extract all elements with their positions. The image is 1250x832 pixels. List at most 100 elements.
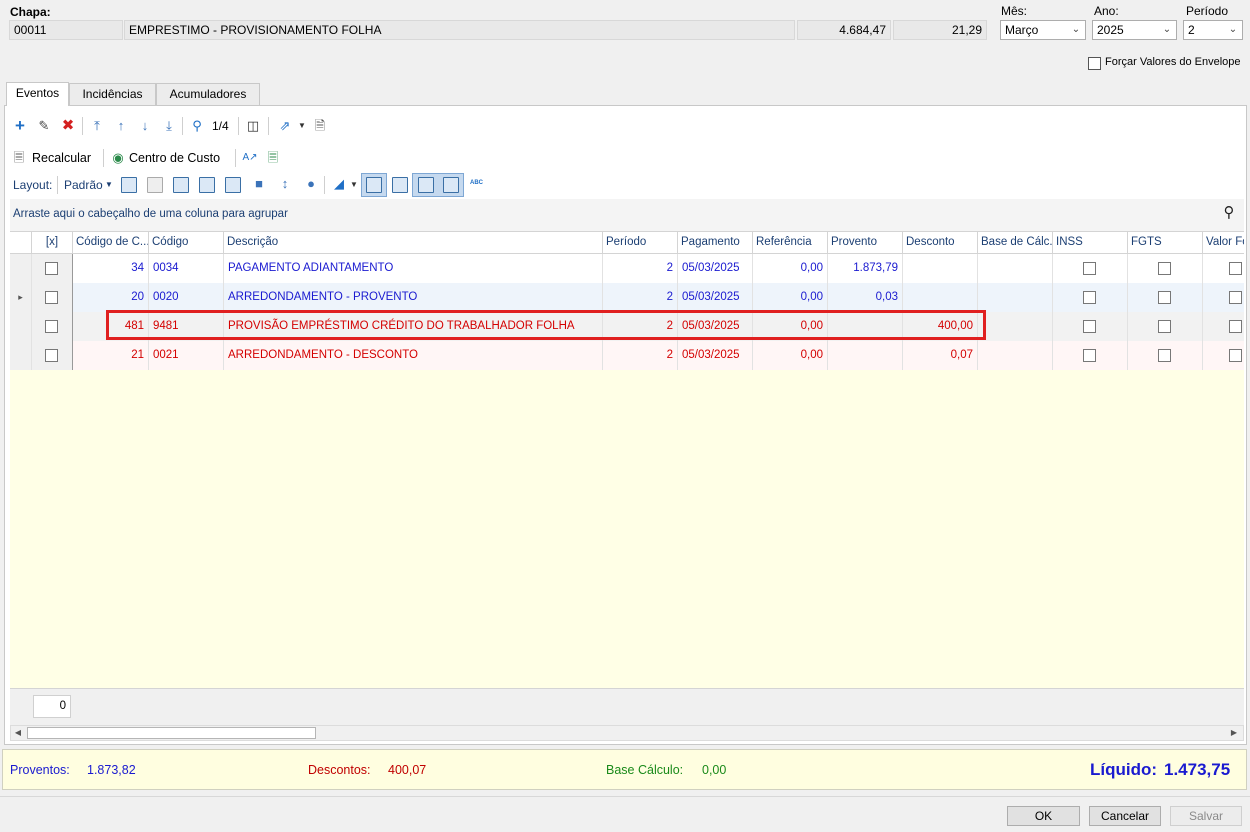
- export-icon[interactable]: ⇗: [276, 117, 294, 135]
- delete-icon[interactable]: ✖: [59, 117, 77, 135]
- tab-eventos[interactable]: Eventos: [6, 82, 69, 106]
- col-base-calculo[interactable]: Base de Cálc...: [978, 232, 1053, 253]
- cell-referencia[interactable]: 0,00: [753, 283, 828, 312]
- valor-fo-checkbox[interactable]: [1229, 320, 1242, 333]
- search-icon[interactable]: ⚲: [1220, 204, 1238, 222]
- inss-checkbox[interactable]: [1083, 320, 1096, 333]
- inss-checkbox[interactable]: [1083, 262, 1096, 275]
- cell-provento[interactable]: 0,03: [828, 283, 903, 312]
- cell-codigo[interactable]: 9481: [149, 312, 224, 341]
- inss-checkbox[interactable]: [1083, 291, 1096, 304]
- cell-inss[interactable]: [1053, 341, 1128, 370]
- fgts-checkbox[interactable]: [1158, 291, 1171, 304]
- col-codigo-c[interactable]: Código de C...: [73, 232, 149, 253]
- cell-base-calculo[interactable]: [978, 341, 1053, 370]
- cancel-button[interactable]: Cancelar: [1089, 806, 1161, 826]
- cell-valor-fo[interactable]: [1203, 254, 1244, 283]
- col-provento[interactable]: Provento: [828, 232, 903, 253]
- paint-icon[interactable]: ■: [250, 175, 268, 193]
- col-descricao[interactable]: Descrição: [224, 232, 603, 253]
- cell-valor-fo[interactable]: [1203, 312, 1244, 341]
- layout-add-icon[interactable]: [121, 177, 137, 193]
- col-valor-fo[interactable]: Valor Fo: [1203, 232, 1244, 253]
- valor-fo-checkbox[interactable]: [1229, 291, 1242, 304]
- fgts-checkbox[interactable]: [1158, 320, 1171, 333]
- cell-referencia[interactable]: 0,00: [753, 312, 828, 341]
- cell-inss[interactable]: [1053, 283, 1128, 312]
- save-button[interactable]: Salvar: [1170, 806, 1242, 826]
- cell-pagamento[interactable]: 05/03/2025: [678, 283, 753, 312]
- col-fgts[interactable]: FGTS: [1128, 232, 1203, 253]
- table-row[interactable]: 481 9481 PROVISÃO EMPRÉSTIMO CRÉDITO DO …: [10, 312, 1244, 341]
- cell-codigo-c[interactable]: 21: [73, 341, 149, 370]
- cell-codigo[interactable]: 0034: [149, 254, 224, 283]
- table-row[interactable]: ▸ 20 0020 ARREDONDAMENTO - PROVENTO 2 05…: [10, 283, 1244, 312]
- layout-import-icon[interactable]: [199, 177, 215, 193]
- valor-fo-checkbox[interactable]: [1229, 349, 1242, 362]
- recalcular-button[interactable]: Recalcular: [32, 151, 91, 165]
- cell-pagamento[interactable]: 05/03/2025: [678, 312, 753, 341]
- col-pagamento[interactable]: Pagamento: [678, 232, 753, 253]
- row-checkbox[interactable]: [45, 349, 58, 362]
- centro-custo-button[interactable]: Centro de Custo: [129, 151, 220, 165]
- row-checkbox[interactable]: [45, 262, 58, 275]
- scrollbar-thumb[interactable]: [27, 727, 316, 739]
- valor-fo-checkbox[interactable]: [1229, 262, 1242, 275]
- ano-select[interactable]: 2025 ⌄: [1092, 20, 1177, 40]
- cell-base-calculo[interactable]: [978, 312, 1053, 341]
- abc-icon[interactable]: ABC: [470, 180, 483, 186]
- col-periodo[interactable]: Período: [603, 232, 678, 253]
- cell-descricao[interactable]: PROVISÃO EMPRÉSTIMO CRÉDITO DO TRABALHAD…: [224, 312, 603, 341]
- cell-fgts[interactable]: [1128, 312, 1203, 341]
- layout-rename-icon[interactable]: [173, 177, 189, 193]
- table-row[interactable]: 34 0034 PAGAMENTO ADIANTAMENTO 2 05/03/2…: [10, 254, 1244, 283]
- pin-icon[interactable]: ↕: [276, 175, 294, 193]
- ok-button[interactable]: OK: [1007, 806, 1080, 826]
- periodo-select[interactable]: 2 ⌄: [1183, 20, 1243, 40]
- cell-referencia[interactable]: 0,00: [753, 254, 828, 283]
- col-inss[interactable]: INSS: [1053, 232, 1128, 253]
- cell-desconto[interactable]: 400,00: [903, 312, 978, 341]
- cell-desconto[interactable]: [903, 283, 978, 312]
- col-desconto[interactable]: Desconto: [903, 232, 978, 253]
- fgts-checkbox[interactable]: [1158, 349, 1171, 362]
- cell-periodo[interactable]: 2: [603, 283, 678, 312]
- sort-az-icon[interactable]: A↗: [241, 149, 259, 167]
- layout-export-icon[interactable]: [225, 177, 241, 193]
- cell-inss[interactable]: [1053, 312, 1128, 341]
- cell-codigo-c[interactable]: 20: [73, 283, 149, 312]
- cell-periodo[interactable]: 2: [603, 312, 678, 341]
- scroll-left-icon[interactable]: ◀: [10, 726, 26, 740]
- layout-select[interactable]: Padrão: [64, 178, 103, 192]
- cell-codigo[interactable]: 0021: [149, 341, 224, 370]
- cell-periodo[interactable]: 2: [603, 254, 678, 283]
- cell-referencia[interactable]: 0,00: [753, 341, 828, 370]
- col-select[interactable]: [x]: [32, 232, 73, 253]
- grid-lines-icon[interactable]: [392, 177, 408, 193]
- cell-base-calculo[interactable]: [978, 283, 1053, 312]
- forcar-checkbox[interactable]: [1088, 57, 1101, 70]
- chapa-code-field[interactable]: 00011: [9, 20, 123, 40]
- scroll-right-icon[interactable]: ▶: [1226, 726, 1242, 740]
- report-icon[interactable]: 🗏: [264, 149, 282, 167]
- tab-incidencias[interactable]: Incidências: [69, 83, 156, 105]
- cell-fgts[interactable]: [1128, 341, 1203, 370]
- chevron-down-icon[interactable]: ▼: [293, 117, 311, 135]
- table-row[interactable]: 21 0021 ARREDONDAMENTO - DESCONTO 2 05/0…: [10, 341, 1244, 370]
- cell-fgts[interactable]: [1128, 283, 1203, 312]
- inss-checkbox[interactable]: [1083, 349, 1096, 362]
- cell-periodo[interactable]: 2: [603, 341, 678, 370]
- col-referencia[interactable]: Referência: [753, 232, 828, 253]
- cell-descricao[interactable]: PAGAMENTO ADIANTAMENTO: [224, 254, 603, 283]
- cell-codigo-c[interactable]: 34: [73, 254, 149, 283]
- cell-codigo-c[interactable]: 481: [73, 312, 149, 341]
- cell-desconto[interactable]: 0,07: [903, 341, 978, 370]
- cell-descricao[interactable]: ARREDONDAMENTO - PROVENTO: [224, 283, 603, 312]
- cell-inss[interactable]: [1053, 254, 1128, 283]
- col-codigo[interactable]: Código: [149, 232, 224, 253]
- cell-provento[interactable]: 1.873,79: [828, 254, 903, 283]
- columns-icon[interactable]: ◫: [244, 117, 262, 135]
- cell-provento[interactable]: [828, 341, 903, 370]
- cell-pagamento[interactable]: 05/03/2025: [678, 254, 753, 283]
- cell-fgts[interactable]: [1128, 254, 1203, 283]
